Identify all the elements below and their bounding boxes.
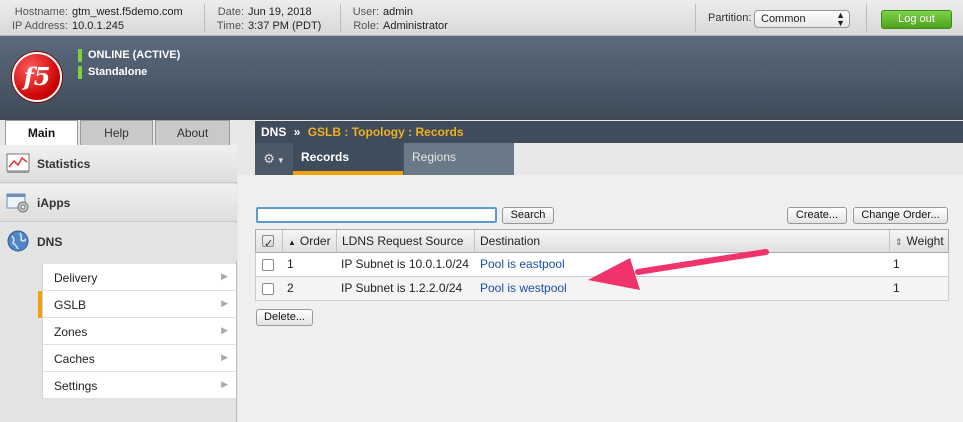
gear-icon: ⚙ <box>263 151 275 166</box>
hostname-label: Hostname: <box>14 6 68 18</box>
sidebar-item-statistics[interactable]: Statistics <box>0 145 237 183</box>
sidebar-item-iapps[interactable]: iApps <box>0 184 237 222</box>
cell-weight: 1 <box>893 257 900 271</box>
logout-button[interactable]: Log out <box>881 10 952 29</box>
row-checkbox[interactable] <box>262 259 274 271</box>
cell-order: 2 <box>287 281 294 295</box>
hostname-value: gtm_west.f5demo.com <box>72 6 183 18</box>
statistics-icon <box>6 153 30 173</box>
cell-destination: Pool is eastpool <box>480 253 565 276</box>
sidebar-item-label: Settings <box>54 379 98 393</box>
breadcrumb: DNS » GSLB : Topology : Records <box>255 121 963 143</box>
globe-icon <box>7 230 29 252</box>
sidebar-item-label: DNS <box>37 235 63 249</box>
time-label: Time: <box>216 20 244 32</box>
sidebar-item-label: GSLB <box>54 298 87 312</box>
sidebar-item-label: Caches <box>54 352 95 366</box>
column-header-source[interactable]: LDNS Request Source <box>336 230 474 254</box>
cell-source: IP Subnet is 1.2.2.0/24 <box>341 281 463 295</box>
resize-handle-icon: ⇕ <box>895 237 903 247</box>
sidebar-item-dns[interactable]: DNS <box>0 223 237 261</box>
column-header-destination[interactable]: Destination <box>474 230 889 254</box>
column-header-order[interactable]: ▲ Order <box>282 230 336 254</box>
chevron-down-icon: ▼ <box>276 156 285 165</box>
tab-main[interactable]: Main <box>5 120 78 146</box>
select-all-checkbox[interactable] <box>262 233 274 256</box>
cell-order: 1 <box>287 257 294 271</box>
sidebar-item-settings[interactable]: Settings ▶ <box>42 372 236 399</box>
chevron-right-icon: ▶ <box>221 271 228 281</box>
date-info: Date: Jun 19, 2018 Time: 3:37 PM (PDT) <box>214 5 321 33</box>
sidebar-item-label: Delivery <box>54 271 98 285</box>
divider <box>340 4 341 32</box>
cell-weight: 1 <box>893 281 900 295</box>
table-header: ▲Order LDNS Request Source Destination ⇕… <box>255 229 949 256</box>
sidebar-item-zones[interactable]: Zones ▶ <box>42 318 236 345</box>
select-arrows-icon: ▲ ▼ <box>836 10 845 28</box>
select-all-cell <box>256 230 282 256</box>
sidebar-item-label: Statistics <box>37 157 91 171</box>
column-header-weight[interactable]: ⇕ Weight <box>889 230 948 254</box>
user-info: User: admin Role: Administrator <box>349 5 448 33</box>
change-order-button[interactable]: Change Order... <box>853 207 948 224</box>
chevron-right-icon: ▶ <box>221 298 228 308</box>
banner: f5 ONLINE (ACTIVE) Standalone <box>0 36 963 120</box>
sidebar-item-label: Zones <box>54 325 88 339</box>
search-button[interactable]: Search <box>502 207 554 224</box>
table-row[interactable]: 2 IP Subnet is 1.2.2.0/24 Pool is westpo… <box>255 277 949 301</box>
chevron-right-icon: ▶ <box>221 325 228 335</box>
ip-value: 10.0.1.245 <box>72 20 124 32</box>
sidebar-item-caches[interactable]: Caches ▶ <box>42 345 236 372</box>
user-label: User: <box>352 6 379 18</box>
host-info: Hostname: gtm_west.f5demo.com IP Address:… <box>6 5 183 33</box>
search-input[interactable] <box>256 207 497 223</box>
divider <box>204 4 205 32</box>
logo-text: f5 <box>23 62 51 91</box>
create-button[interactable]: Create... <box>787 207 847 224</box>
sort-asc-icon: ▲ <box>288 238 296 247</box>
chevron-right-icon: ▶ <box>221 379 228 389</box>
divider <box>866 4 867 32</box>
tab-records[interactable]: Records <box>293 143 403 175</box>
delete-button[interactable]: Delete... <box>256 309 313 326</box>
tab-regions[interactable]: Regions <box>403 143 514 175</box>
breadcrumb-separator: » <box>293 125 301 139</box>
role-label: Role: <box>353 20 379 32</box>
tab-help[interactable]: Help <box>80 120 153 145</box>
destination-link[interactable]: Pool is westpool <box>480 281 567 295</box>
partition-value: Common <box>761 13 806 25</box>
breadcrumb-root: DNS <box>261 125 287 139</box>
partition-label: Partition: <box>708 12 752 24</box>
chevron-right-icon: ▶ <box>221 352 228 362</box>
user-value: admin <box>383 6 413 18</box>
sidebar-item-label: iApps <box>37 196 71 210</box>
divider <box>695 4 696 32</box>
role-value: Administrator <box>383 20 448 32</box>
date-label: Date: <box>217 6 244 18</box>
tab-bar: ⚙ ▼ Records Regions <box>255 143 514 175</box>
destination-link[interactable]: Pool is eastpool <box>480 257 565 271</box>
status-standalone: Standalone <box>78 66 147 79</box>
date-value: Jun 19, 2018 <box>248 6 312 18</box>
table-row[interactable]: 1 IP Subnet is 10.0.1.0/24 Pool is eastp… <box>255 253 949 277</box>
cell-destination: Pool is westpool <box>480 277 567 300</box>
time-value: 3:37 PM (PDT) <box>248 20 322 32</box>
breadcrumb-path: GSLB : Topology : Records <box>307 125 464 139</box>
partition-select[interactable]: Common ▲ ▼ <box>754 10 850 28</box>
row-checkbox[interactable] <box>262 283 274 295</box>
gear-menu-button[interactable]: ⚙ ▼ <box>255 143 293 175</box>
column-header-label: Weight <box>906 234 944 248</box>
tab-about[interactable]: About <box>155 120 230 145</box>
cell-source: IP Subnet is 10.0.1.0/24 <box>341 257 469 271</box>
column-header-label: Order <box>299 234 331 248</box>
f5-logo: f5 <box>12 52 62 102</box>
status-online: ONLINE (ACTIVE) <box>78 49 180 62</box>
top-bar: Hostname: gtm_west.f5demo.com IP Address:… <box>0 0 963 36</box>
sidebar-item-delivery[interactable]: Delivery ▶ <box>42 264 236 291</box>
sidebar-item-gslb[interactable]: GSLB ▶ <box>38 291 236 318</box>
ip-label: IP Address: <box>11 20 68 32</box>
iapps-icon <box>6 193 29 213</box>
